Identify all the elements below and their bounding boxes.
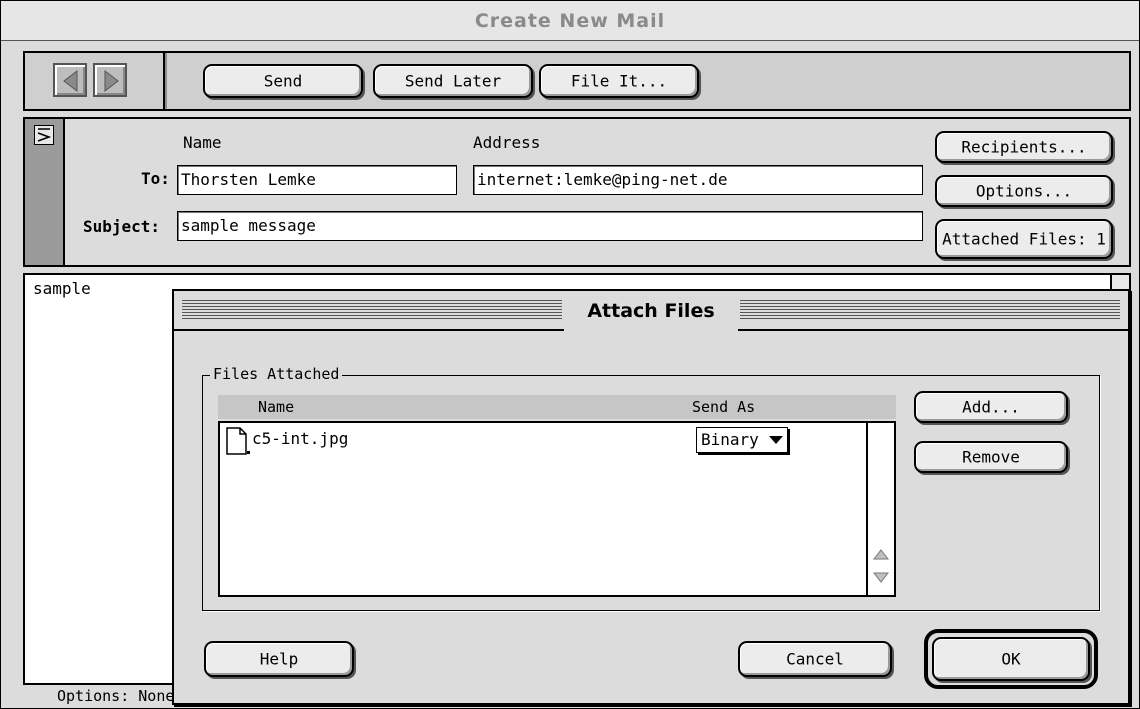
collapse-header-icon[interactable] [34, 125, 54, 145]
dropdown-arrow-icon [769, 436, 783, 444]
file-it-button-label: File It... [570, 71, 668, 91]
send-button-label: Send [263, 71, 303, 91]
window-title: Create New Mail [474, 10, 666, 32]
window-title-bar[interactable]: Create New Mail [1, 1, 1139, 41]
name-column-label: Name [183, 133, 222, 152]
right-arrow-icon [104, 70, 119, 92]
collapse-arrow-icon [37, 128, 52, 142]
file-list-header: Name Send As [218, 395, 896, 419]
to-name-field[interactable]: Thorsten Lemke [177, 165, 457, 195]
files-attached-label: Files Attached [210, 363, 343, 385]
header-side-strip [25, 119, 65, 265]
dialog-title-bar[interactable]: Attach Files [174, 291, 1128, 331]
to-address-field[interactable]: internet:lemke@ping-net.de [473, 165, 923, 195]
to-label: To: [141, 169, 170, 188]
attached-files-button[interactable]: Attached Files: 1 [935, 219, 1113, 259]
send-button-area: Send Send Later File It... [167, 53, 1129, 109]
address-header: Name Address To: Thorsten Lemke internet… [23, 117, 1131, 267]
previous-message-button[interactable] [53, 63, 87, 97]
ok-button[interactable]: OK [932, 637, 1090, 681]
add-button[interactable]: Add... [914, 391, 1068, 423]
title-stripes-left [182, 300, 562, 320]
file-name: c5-int.jpg [252, 429, 349, 448]
scroll-up-arrow-icon[interactable] [873, 549, 889, 561]
add-button-label: Add... [962, 397, 1020, 417]
help-button-label: Help [259, 649, 299, 669]
message-body-text: sample [33, 279, 91, 298]
recipients-button[interactable]: Recipients... [935, 131, 1113, 163]
address-column-label: Address [473, 133, 541, 152]
attach-files-dialog: Attach Files Files Attached Name Send As… [172, 289, 1130, 705]
file-it-button[interactable]: File It... [539, 64, 699, 98]
help-button[interactable]: Help [204, 641, 354, 677]
send-as-dropdown[interactable]: Binary [696, 427, 788, 453]
scroll-down-arrow-icon[interactable] [873, 571, 889, 583]
send-as-value: Binary [701, 430, 759, 449]
next-message-button[interactable] [93, 63, 127, 97]
remove-button-label: Remove [962, 447, 1020, 467]
options-status-text: Options: None [57, 687, 175, 705]
column-header-send-as[interactable]: Send As [692, 395, 755, 419]
file-list-row[interactable]: c5-int.jpg Binary [222, 425, 862, 457]
options-button[interactable]: Options... [935, 175, 1113, 207]
left-arrow-icon [63, 70, 78, 92]
file-list[interactable]: c5-int.jpg Binary [218, 421, 896, 597]
navigation-area [25, 53, 165, 109]
cancel-button-label: Cancel [786, 649, 844, 669]
subject-field[interactable]: sample message [177, 211, 923, 241]
send-later-button[interactable]: Send Later [373, 64, 533, 98]
title-stripes-right [740, 300, 1120, 320]
toolbar: Send Send Later File It... [23, 51, 1131, 111]
column-header-name[interactable]: Name [258, 395, 294, 419]
options-button-label: Options... [975, 181, 1073, 201]
remove-button[interactable]: Remove [914, 441, 1068, 473]
document-icon [226, 427, 250, 455]
ok-button-label: OK [1001, 649, 1021, 669]
recipients-button-label: Recipients... [961, 137, 1087, 157]
send-later-button-label: Send Later [404, 71, 502, 91]
file-list-scrollbar[interactable] [866, 423, 894, 595]
attached-files-button-label: Attached Files: 1 [942, 229, 1106, 249]
send-button[interactable]: Send [203, 64, 363, 98]
subject-label: Subject: [83, 217, 161, 236]
cancel-button[interactable]: Cancel [738, 641, 892, 677]
dialog-title: Attach Files [564, 291, 738, 331]
